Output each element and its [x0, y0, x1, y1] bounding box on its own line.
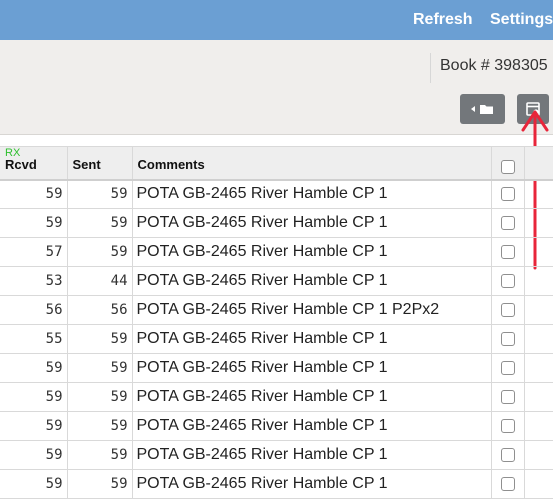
rcvd-cell: 59: [0, 382, 68, 412]
extra-column-header: [523, 146, 553, 180]
row-select-cell: [490, 353, 525, 383]
extra-cell: [523, 208, 553, 238]
extra-cell: [523, 237, 553, 267]
row-checkbox[interactable]: [500, 389, 515, 404]
table-row[interactable]: 59 59 POTA GB-2465 River Hamble CP 1: [0, 208, 553, 238]
select-all-checkbox[interactable]: [500, 159, 515, 174]
comments-header-label: Comments: [137, 156, 205, 172]
comment-cell: POTA GB-2465 River Hamble CP 1: [131, 469, 492, 499]
extra-cell: [523, 382, 553, 412]
rcvd-cell: 59: [0, 411, 68, 441]
settings-link[interactable]: Settings: [490, 11, 553, 29]
rcvd-cell: 53: [0, 266, 68, 296]
comment-cell: POTA GB-2465 River Hamble CP 1 P2Px2: [131, 295, 492, 325]
row-checkbox[interactable]: [500, 418, 515, 433]
comment-cell: POTA GB-2465 River Hamble CP 1: [131, 178, 492, 209]
rcvd-cell: 59: [0, 208, 68, 238]
sent-cell: 59: [66, 469, 133, 499]
table-row[interactable]: 59 59 POTA GB-2465 River Hamble CP 1: [0, 382, 553, 412]
top-nav-bar: Refresh Settings: [0, 0, 553, 40]
row-checkbox[interactable]: [500, 273, 515, 288]
sent-cell: 59: [66, 382, 133, 412]
table-row[interactable]: 59 59 POTA GB-2465 River Hamble CP 1: [0, 440, 553, 470]
row-select-cell: [490, 440, 525, 470]
extra-cell: [523, 178, 553, 209]
folder-back-icon: [471, 105, 493, 114]
row-checkbox[interactable]: [500, 476, 515, 491]
row-checkbox[interactable]: [500, 360, 515, 375]
sent-cell: 59: [66, 353, 133, 383]
comment-cell: POTA GB-2465 River Hamble CP 1: [131, 237, 492, 267]
row-select-cell: [490, 178, 525, 209]
rcvd-cell: 57: [0, 237, 68, 267]
sent-cell: 59: [66, 440, 133, 470]
comments-column-header[interactable]: Comments: [131, 146, 492, 180]
row-checkbox[interactable]: [500, 215, 515, 230]
log-table: RX Rcvd Sent Comments 59 59 POTA GB-2465 R…: [0, 146, 553, 499]
row-select-cell: [490, 295, 525, 325]
rcvd-cell: 56: [0, 295, 68, 325]
table-row[interactable]: 59 59 POTA GB-2465 River Hamble CP 1: [0, 353, 553, 383]
row-checkbox[interactable]: [500, 187, 515, 202]
row-select-cell: [490, 324, 525, 354]
rcvd-cell: 59: [0, 440, 68, 470]
comment-cell: POTA GB-2465 River Hamble CP 1: [131, 208, 492, 238]
table-row[interactable]: 59 59 POTA GB-2465 River Hamble CP 1: [0, 411, 553, 441]
table-row[interactable]: 59 59 POTA GB-2465 River Hamble CP 1: [0, 469, 553, 499]
rcvd-cell: 55: [0, 324, 68, 354]
sent-cell: 44: [66, 266, 133, 296]
folder-back-button[interactable]: [460, 94, 505, 124]
row-select-cell: [490, 411, 525, 441]
sent-header-label: Sent: [72, 156, 101, 172]
row-select-cell: [490, 382, 525, 412]
rcvd-cell: 59: [0, 469, 68, 499]
sent-cell: 59: [66, 208, 133, 238]
extra-cell: [523, 353, 553, 383]
rcvd-cell: 59: [0, 178, 68, 209]
row-select-cell: [490, 266, 525, 296]
row-checkbox[interactable]: [500, 447, 515, 462]
sent-cell: 59: [66, 411, 133, 441]
table-row[interactable]: 57 59 POTA GB-2465 River Hamble CP 1: [0, 237, 553, 267]
refresh-link[interactable]: Refresh: [413, 11, 473, 29]
book-number: Book # 398305: [430, 53, 553, 83]
sent-column-header[interactable]: Sent: [66, 146, 133, 180]
comment-cell: POTA GB-2465 River Hamble CP 1: [131, 382, 492, 412]
rx-label: RX: [5, 147, 21, 160]
sent-cell: 59: [66, 237, 133, 267]
sent-cell: 59: [66, 324, 133, 354]
table-row[interactable]: 55 59 POTA GB-2465 River Hamble CP 1: [0, 324, 553, 354]
extra-cell: [523, 324, 553, 354]
comment-cell: POTA GB-2465 River Hamble CP 1: [131, 411, 492, 441]
extra-cell: [523, 469, 553, 499]
table-header-row: RX Rcvd Sent Comments: [0, 146, 553, 180]
extra-cell: [523, 266, 553, 296]
comment-cell: POTA GB-2465 River Hamble CP 1: [131, 440, 492, 470]
row-checkbox[interactable]: [500, 302, 515, 317]
comment-cell: POTA GB-2465 River Hamble CP 1: [131, 353, 492, 383]
select-all-header: [490, 146, 525, 180]
rcvd-cell: 59: [0, 353, 68, 383]
row-select-cell: [490, 208, 525, 238]
sent-cell: 59: [66, 178, 133, 209]
extra-cell: [523, 411, 553, 441]
table-row[interactable]: 59 59 POTA GB-2465 River Hamble CP 1: [0, 178, 553, 209]
toolbar: Book # 398305: [0, 40, 553, 135]
comment-cell: POTA GB-2465 River Hamble CP 1: [131, 324, 492, 354]
row-select-cell: [490, 469, 525, 499]
comment-cell: POTA GB-2465 River Hamble CP 1: [131, 266, 492, 296]
row-checkbox[interactable]: [500, 244, 515, 259]
row-select-cell: [490, 237, 525, 267]
row-checkbox[interactable]: [500, 331, 515, 346]
sent-cell: 56: [66, 295, 133, 325]
extra-cell: [523, 440, 553, 470]
table-row[interactable]: 56 56 POTA GB-2465 River Hamble CP 1 P2Px2: [0, 295, 553, 325]
rcvd-column-header[interactable]: RX Rcvd: [0, 146, 68, 180]
extra-cell: [523, 295, 553, 325]
table-row[interactable]: 53 44 POTA GB-2465 River Hamble CP 1: [0, 266, 553, 296]
